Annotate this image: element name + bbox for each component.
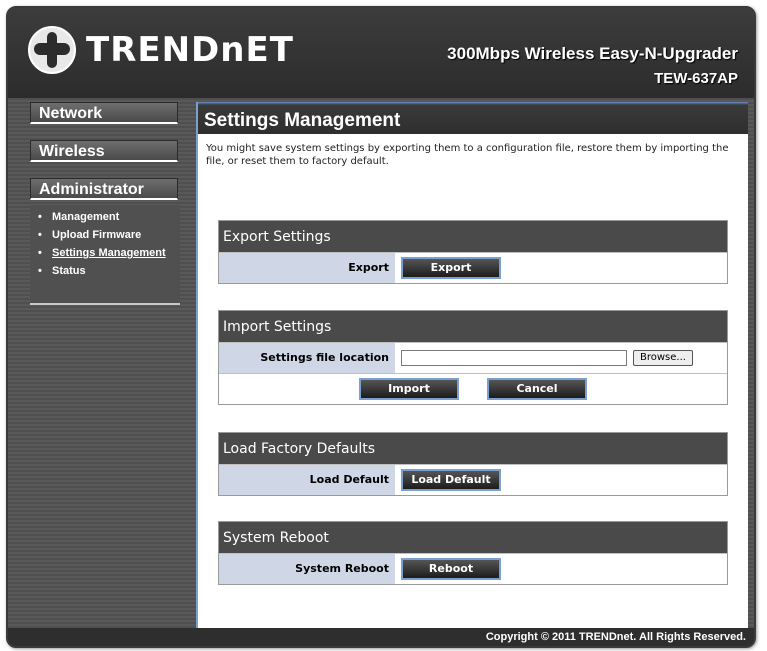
reboot-button[interactable]: Reboot (401, 558, 501, 580)
export-label: Export (219, 253, 395, 283)
import-button[interactable]: Import (359, 378, 459, 400)
load-default-label: Load Default (219, 465, 395, 495)
header: TRENDnET 300Mbps Wireless Easy-N-Upgrade… (8, 8, 754, 98)
export-row: Export Export (219, 252, 727, 283)
load-default-row: Load Default Load Default (219, 464, 727, 495)
trendnet-logo: TRENDnET (28, 26, 294, 74)
cancel-button[interactable]: Cancel (487, 378, 587, 400)
submenu-item-upload-firmware[interactable]: • Upload Firmware (38, 229, 180, 241)
file-location-row: Settings file location Browse... (219, 342, 727, 373)
bullet-icon: • (38, 265, 42, 277)
file-location-input[interactable] (401, 350, 627, 366)
file-location-label: Settings file location (219, 343, 395, 373)
submenu-item-status[interactable]: • Status (38, 265, 180, 277)
nav-network[interactable]: Network (30, 102, 178, 124)
logo-text: TRENDnET (86, 30, 294, 70)
page-title: Settings Management (198, 102, 748, 134)
copyright-text: Copyright © 2011 TRENDnet. All Rights Re… (485, 631, 746, 643)
bullet-icon: • (38, 229, 42, 241)
import-actions-row: Import Cancel (219, 373, 727, 404)
import-settings-title: Import Settings (219, 311, 727, 342)
router-admin-window: TRENDnET 300Mbps Wireless Easy-N-Upgrade… (6, 6, 756, 648)
footer: Copyright © 2011 TRENDnet. All Rights Re… (8, 628, 754, 646)
main-content: Settings Management You might save syste… (196, 102, 748, 632)
system-reboot-row: System Reboot Reboot (219, 553, 727, 584)
intro-text: You might save system settings by export… (206, 143, 729, 167)
bullet-icon: • (38, 211, 42, 223)
nav-administrator[interactable]: Administrator (30, 178, 178, 200)
import-settings-section: Import Settings Settings file location B… (218, 310, 728, 405)
system-reboot-title: System Reboot (219, 522, 727, 553)
product-title: 300Mbps Wireless Easy-N-Upgrader (447, 44, 738, 63)
system-reboot-section: System Reboot System Reboot Reboot (218, 521, 728, 585)
export-settings-title: Export Settings (219, 221, 727, 252)
administrator-submenu: • Management • Upload Firmware • Settings M… (30, 205, 180, 305)
load-factory-defaults-title: Load Factory Defaults (219, 433, 727, 464)
system-reboot-label: System Reboot (219, 554, 395, 584)
load-default-button[interactable]: Load Default (401, 469, 501, 491)
nav-wireless[interactable]: Wireless (30, 140, 178, 162)
trendnet-logo-icon (28, 26, 76, 74)
export-settings-section: Export Settings Export Export (218, 220, 728, 284)
submenu-item-settings-management[interactable]: • Settings Management (38, 247, 180, 259)
submenu-item-management[interactable]: • Management (38, 211, 180, 223)
model-number: TEW-637AP (654, 70, 738, 87)
browse-button[interactable]: Browse... (633, 350, 693, 366)
load-factory-defaults-section: Load Factory Defaults Load Default Load … (218, 432, 728, 496)
bullet-icon: • (38, 247, 42, 259)
export-button[interactable]: Export (401, 257, 501, 279)
